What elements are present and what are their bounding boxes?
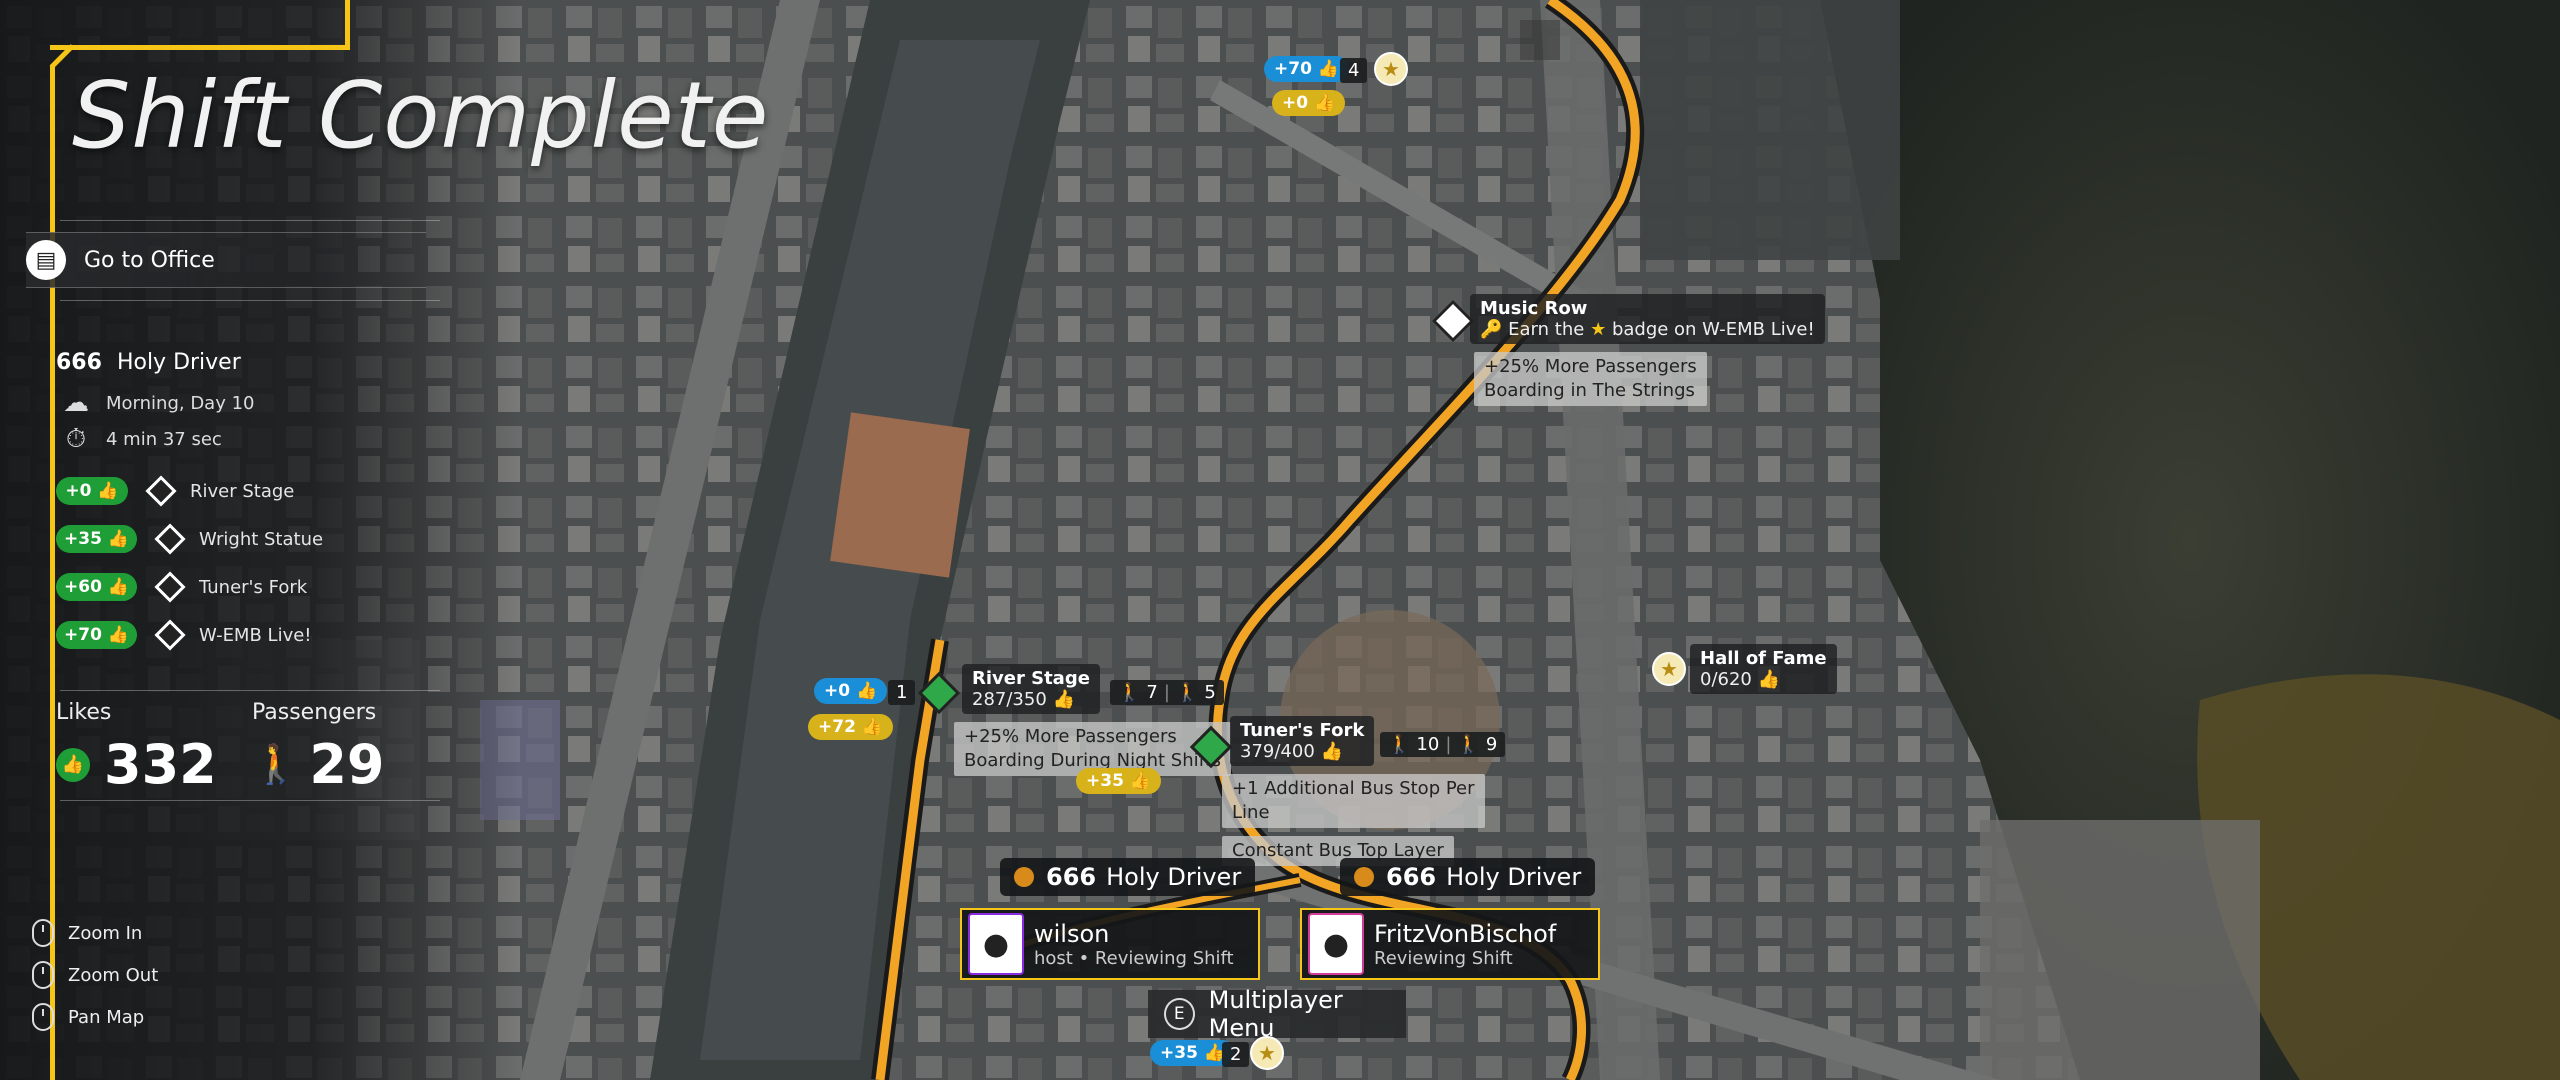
music-row-desc2: badge on W-EMB Live! (1611, 319, 1815, 340)
bonus-likes-pill: +0 👍 (56, 477, 128, 505)
key-e-icon: E (1164, 998, 1195, 1030)
bonus-row: +60 👍 Tuner's Fork (56, 563, 456, 611)
zoom-out-label: Zoom Out (68, 964, 159, 986)
divider-mid (60, 300, 440, 301)
player-card-guest[interactable]: ● FritzVonBischof Reviewing Shift (1300, 908, 1600, 980)
multiplayer-menu-button[interactable]: E Multiplayer Menu (1148, 986, 1406, 1042)
tuners-passenger-flow: 🚶 10 | 🚶 9 (1380, 732, 1506, 757)
likes-total: Likes 👍 332 (56, 700, 252, 796)
likes-label: Likes (56, 700, 112, 725)
driver-color-dot (1014, 867, 1034, 887)
avatar: ● (1308, 913, 1364, 975)
star-badge-icon: ★ (1590, 319, 1607, 340)
stop-diamond-icon (154, 619, 186, 651)
map-controls: Zoom In Zoom Out Pan Map (32, 912, 158, 1038)
strings-bonus-info: +25% More Passengers Boarding in The Str… (1474, 352, 1707, 406)
alighting-icon: 🚶 (1175, 682, 1199, 703)
passengers-label: Passengers (252, 700, 377, 725)
weather-time: Morning, Day 10 (106, 392, 255, 414)
driver-name: Holy Driver (116, 350, 241, 375)
top-rank-badge: 4 (1340, 58, 1368, 83)
stopwatch-icon: ⏱ (65, 423, 87, 454)
passengers-value: 29 (309, 733, 385, 796)
bonus-stop-label: Tuner's Fork (199, 576, 308, 598)
river-yellow-chip: +72 👍 (808, 714, 893, 740)
player-nameplate: 666 Holy Driver (1000, 858, 1256, 896)
divider-top (60, 220, 440, 221)
driver-line: 666 Holy Driver (56, 350, 456, 375)
music-row-name: Music Row (1480, 298, 1588, 319)
mouse-wheel-icon (32, 919, 54, 947)
bonus-likes-pill: +60 👍 (56, 573, 137, 601)
go-to-office-button[interactable]: ▤ Go to Office (26, 232, 426, 288)
pan-map-label: Pan Map (68, 1006, 145, 1028)
duration: 4 min 37 sec (106, 428, 222, 450)
office-icon: ▤ (26, 240, 66, 280)
bonus-row: +35 👍 Wright Statue (56, 515, 456, 563)
tuners-fork-label[interactable]: Tuner's Fork 379/400 👍 (1230, 716, 1375, 766)
boarding-icon: 🚶 (1118, 682, 1141, 703)
bottom-rank-badge: 2 (1222, 1042, 1250, 1067)
passengers-total: Passengers 🚶 29 (252, 700, 448, 796)
stop-diamond-icon (154, 571, 186, 603)
top-yellow-chip: +0 👍 (1272, 90, 1346, 116)
river-passenger-flow: 🚶 7 | 🚶 5 (1110, 680, 1224, 705)
totals: Likes 👍 332 Passengers 🚶 29 (56, 700, 456, 796)
page-title: Shift Complete (72, 62, 770, 169)
likes-value: 332 (104, 733, 217, 796)
divider-bottom (60, 800, 440, 801)
player-username: FritzVonBischof (1374, 919, 1557, 948)
key-icon: 🔑 (1480, 319, 1503, 340)
zoom-in-label: Zoom In (68, 922, 143, 944)
bonus-row: +70 👍 W-EMB Live! (56, 611, 456, 659)
multiplayer-menu-label: Multiplayer Menu (1208, 986, 1343, 1042)
bonus-row: +0 👍 River Stage (56, 467, 456, 515)
bonus-likes-pill: +35 👍 (56, 525, 137, 553)
river-stage-label[interactable]: River Stage 287/350 👍 (962, 664, 1100, 714)
divider-totals (60, 690, 440, 691)
top-likes-chip: +70 👍 (1264, 56, 1349, 82)
stop-diamond-icon (145, 475, 177, 507)
hall-of-fame-star-icon[interactable]: ★ (1652, 652, 1686, 686)
bonus-stop-label: River Stage (190, 480, 295, 502)
shift-stats: 666 Holy Driver ☁ Morning, Day 10 ⏱ 4 mi… (56, 350, 456, 659)
zoom-in-control[interactable]: Zoom In (32, 912, 158, 954)
panel-frame-top-vertical (345, 0, 350, 50)
driver-number: 666 (56, 350, 102, 375)
star-marker-icon[interactable]: ★ (1374, 52, 1408, 86)
mouse-icon (32, 1003, 54, 1031)
player-nameplate: 666 Holy Driver (1340, 858, 1596, 896)
bonus-stop-label: Wright Statue (199, 528, 324, 550)
player-username: wilson (1034, 919, 1110, 948)
walking-person-icon: 🚶 (252, 742, 300, 786)
extra-stop-info: +1 Additional Bus Stop Per Line (1222, 774, 1485, 828)
player-status: Reviewing Shift (1374, 947, 1513, 969)
bonus-stop-label: W-EMB Live! (199, 624, 312, 646)
hall-of-fame-label[interactable]: Hall of Fame 0/620 👍 (1690, 644, 1837, 694)
river-rank-badge: 1 (888, 680, 916, 705)
panel-frame-top (70, 45, 350, 50)
bonus-likes-pill: +70 👍 (56, 621, 137, 649)
star-marker-icon[interactable]: ★ (1250, 1036, 1284, 1070)
cloud-icon: ☁ (63, 388, 89, 418)
alighting-icon: 🚶 (1457, 734, 1480, 755)
go-to-office-label: Go to Office (84, 247, 215, 273)
mouse-wheel-icon (32, 961, 54, 989)
zoom-out-control[interactable]: Zoom Out (32, 954, 158, 996)
player-status: host • Reviewing Shift (1034, 947, 1234, 969)
weather-line: ☁ Morning, Day 10 (56, 385, 456, 421)
thumbs-up-icon: 👍 (56, 747, 90, 782)
driver-color-dot (1354, 867, 1374, 887)
river-likes-chip: +0 👍 (814, 678, 888, 704)
music-row-label[interactable]: Music Row 🔑 Earn the ★ badge on W-EMB Li… (1470, 294, 1825, 344)
duration-line: ⏱ 4 min 37 sec (56, 421, 456, 457)
boarding-icon: 🚶 (1388, 734, 1411, 755)
pan-map-control[interactable]: Pan Map (32, 996, 158, 1038)
stop-diamond-icon (154, 523, 186, 555)
avatar: ● (968, 913, 1024, 975)
player-card-host[interactable]: ● wilson host • Reviewing Shift (960, 908, 1260, 980)
music-row-desc: Earn the (1508, 319, 1585, 340)
tuners-yellow-chip: +35 👍 (1076, 768, 1161, 794)
